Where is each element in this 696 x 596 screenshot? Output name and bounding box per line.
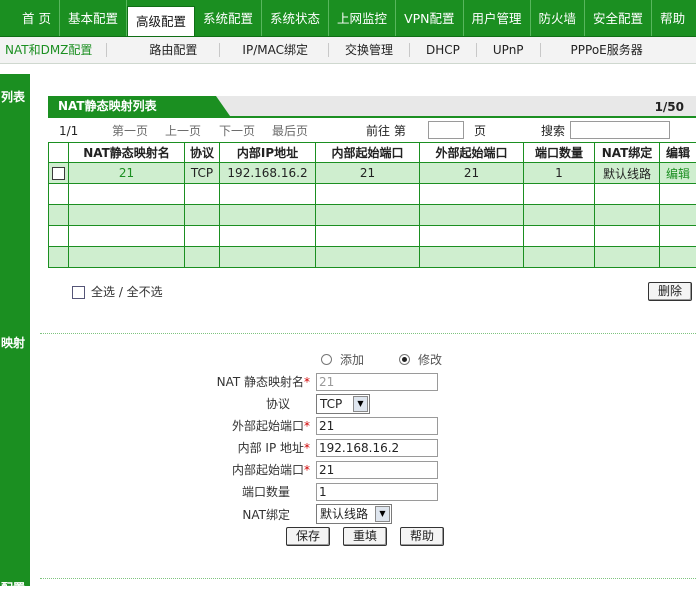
list-panel-header: NAT静态映射列表 1/50 (48, 96, 696, 118)
mode-add-radio[interactable]: 添加 (321, 351, 364, 368)
nav-tab-system-config[interactable]: 系统配置 (195, 0, 262, 36)
radio-add-indicator[interactable] (321, 354, 332, 365)
port-count-input[interactable]: 1 (316, 483, 438, 501)
table-header-row: NAT静态映射名 协议 内部IP地址 内部起始端口 外部起始端口 端口数量 NA… (49, 143, 696, 163)
section-divider-bottom (40, 578, 696, 579)
pager-page-unit: 页 (474, 121, 486, 141)
nat-binding-select[interactable]: 默认线路▼ (316, 504, 392, 524)
pager-search-label: 搜索 (541, 121, 565, 141)
ext-port-input[interactable]: 21 (316, 417, 438, 435)
sub-nav: NAT和DMZ配置 路由配置 IP/MAC绑定 交换管理 DHCP UPnP P… (0, 37, 696, 64)
col-internal-port: 内部起始端口 (316, 143, 420, 163)
nav-tab-user-management[interactable]: 用户管理 (464, 0, 531, 36)
table-row-empty (49, 184, 696, 205)
subnav-switch-management[interactable]: 交换管理 (329, 43, 410, 57)
cell-port-count: 1 (524, 163, 595, 184)
left-label-list: 列表 (1, 88, 31, 105)
subnav-dhcp[interactable]: DHCP (410, 43, 477, 57)
col-name: NAT静态映射名 (69, 143, 185, 163)
protocol-select[interactable]: TCP▼ (316, 394, 370, 414)
table-row-empty (49, 205, 696, 226)
table-row-empty (49, 247, 696, 268)
cell-internal-port: 21 (316, 163, 420, 184)
delete-button[interactable]: 删除 (648, 282, 692, 301)
col-external-port: 外部起始端口 (420, 143, 524, 163)
pager-current: 1/1 (59, 121, 78, 141)
left-label-config: 配置 (1, 579, 31, 596)
pager-next-link[interactable]: 下一页 (219, 121, 255, 141)
pager-prev-link[interactable]: 上一页 (165, 121, 201, 141)
int-ip-label: 内部 IP 地址* (150, 439, 310, 457)
int-ip-input[interactable]: 192.168.16.2 (316, 439, 438, 457)
help-button[interactable]: 帮助 (400, 527, 444, 546)
port-count-label: 端口数量 (150, 483, 290, 501)
col-select (49, 143, 69, 163)
mode-edit-radio[interactable]: 修改 (399, 351, 442, 368)
nat-binding-label: NAT绑定 (150, 506, 290, 524)
chevron-down-icon[interactable]: ▼ (353, 396, 368, 412)
list-panel-title: NAT静态映射列表 (48, 96, 216, 116)
subnav-pppoe-server[interactable]: PPPoE服务器 (541, 43, 659, 57)
list-pager: 1/1 第一页 上一页 下一页 最后页 前往 第 页 搜索 (48, 121, 696, 141)
nav-tab-home[interactable]: 首 页 (0, 0, 60, 36)
list-page-indicator: 1/50 (655, 96, 684, 118)
pager-goto-input[interactable] (428, 121, 464, 139)
left-label-mapping: 映射 (1, 334, 31, 351)
table-row: 21 TCP 192.168.16.2 21 21 1 默认线路 编辑 (49, 163, 696, 184)
nav-tab-basic-config[interactable]: 基本配置 (60, 0, 127, 36)
table-row-empty (49, 226, 696, 247)
col-protocol: 协议 (185, 143, 220, 163)
nav-tab-internet-monitor[interactable]: 上网监控 (329, 0, 396, 36)
cell-nat-binding: 默认线路 (595, 163, 660, 184)
nav-tab-vpn-config[interactable]: VPN配置 (396, 0, 463, 36)
select-all-toggle[interactable]: 全选 / 全不选 (72, 284, 163, 300)
ext-port-label: 外部起始端口* (150, 417, 310, 435)
col-internal-ip: 内部IP地址 (220, 143, 316, 163)
cell-internal-ip: 192.168.16.2 (220, 163, 316, 184)
subnav-routing[interactable]: 路由配置 (107, 43, 220, 57)
int-port-label: 内部起始端口* (150, 461, 310, 479)
col-port-count: 端口数量 (524, 143, 595, 163)
edit-link[interactable]: 编辑 (660, 163, 696, 184)
pager-first-link[interactable]: 第一页 (112, 121, 148, 141)
select-all-checkbox[interactable] (72, 286, 85, 299)
col-edit: 编辑 (660, 143, 696, 163)
name-label: NAT 静态映射名* (150, 373, 310, 391)
left-section-strip: 列表 映射 配置 (0, 74, 30, 586)
top-nav: 首 页 基本配置 高级配置 系统配置 系统状态 上网监控 VPN配置 用户管理 … (0, 0, 696, 37)
chevron-down-icon[interactable]: ▼ (375, 506, 390, 522)
row-select-cell (49, 163, 69, 184)
mode-edit-label: 修改 (418, 351, 442, 368)
int-port-input[interactable]: 21 (316, 461, 438, 479)
pager-search-input[interactable] (570, 121, 670, 139)
subnav-ip-mac-binding[interactable]: IP/MAC绑定 (220, 43, 329, 57)
radio-edit-indicator[interactable] (399, 354, 410, 365)
nav-tab-firewall[interactable]: 防火墙 (531, 0, 586, 36)
subnav-nat-dmz[interactable]: NAT和DMZ配置 (0, 43, 107, 57)
row-checkbox[interactable] (52, 167, 65, 180)
cell-name: 21 (69, 163, 185, 184)
protocol-label: 协议 (150, 395, 290, 413)
nav-tab-security-config[interactable]: 安全配置 (585, 0, 652, 36)
name-input[interactable]: 21 (316, 373, 438, 391)
save-button[interactable]: 保存 (286, 527, 330, 546)
nav-tab-system-status[interactable]: 系统状态 (262, 0, 329, 36)
reset-button[interactable]: 重填 (343, 527, 387, 546)
cell-external-port: 21 (420, 163, 524, 184)
subnav-upnp[interactable]: UPnP (477, 43, 541, 57)
cell-protocol: TCP (185, 163, 220, 184)
section-divider (40, 333, 696, 334)
nav-tab-advanced-config[interactable]: 高级配置 (127, 6, 195, 36)
pager-last-link[interactable]: 最后页 (272, 121, 308, 141)
col-nat-binding: NAT绑定 (595, 143, 660, 163)
select-all-label: 全选 / 全不选 (91, 285, 163, 299)
nav-tab-help[interactable]: 帮助 (652, 0, 693, 36)
pager-goto-label: 前往 第 (366, 121, 406, 141)
mode-add-label: 添加 (340, 351, 364, 368)
nat-mapping-table: NAT静态映射名 协议 内部IP地址 内部起始端口 外部起始端口 端口数量 NA… (48, 142, 696, 268)
